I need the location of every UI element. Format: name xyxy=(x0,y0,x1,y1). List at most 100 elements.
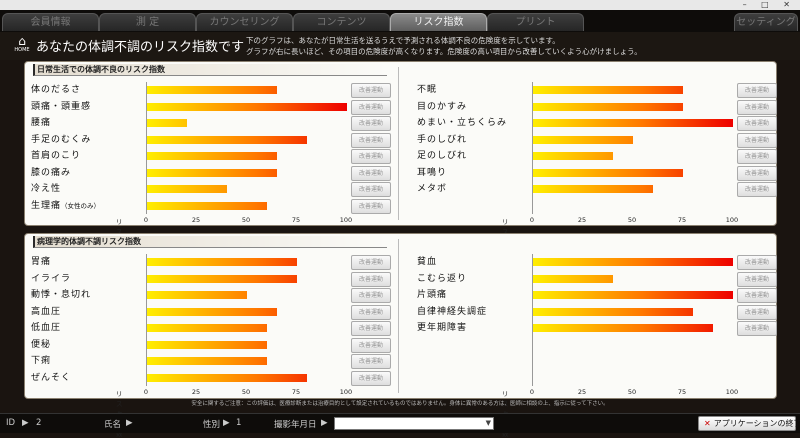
tab-measurement[interactable]: 測 定 xyxy=(99,13,196,31)
axis-tick-label: 25 xyxy=(191,388,201,396)
tab-print[interactable]: プリント xyxy=(487,13,584,31)
axis-tick-label: 100 xyxy=(725,388,739,396)
section-title-daily-risk: 日常生活での体調不良のリスク指数 xyxy=(33,64,387,76)
improve-exercise-button[interactable]: 改善運動 xyxy=(351,165,391,181)
improve-exercise-button[interactable]: 改善運動 xyxy=(737,116,777,131)
risk-bar xyxy=(147,340,267,349)
risk-bar xyxy=(147,152,277,160)
tab-risk-index[interactable]: リスク指数 xyxy=(390,13,487,31)
tab-settings[interactable]: セッティング xyxy=(734,13,798,31)
column-divider xyxy=(398,67,399,220)
risk-bar xyxy=(533,135,633,144)
risk-label: 片頭痛 xyxy=(417,288,527,302)
risk-label: めまい・立ちくらみ xyxy=(417,116,527,130)
risk-label-text: 耳鳴り xyxy=(417,167,448,178)
improve-exercise-button[interactable]: 改善運動 xyxy=(351,271,391,287)
risk-bar xyxy=(533,86,683,94)
risk-label: 手のしびれ xyxy=(417,133,527,147)
risk-label: 耳鳴り xyxy=(417,166,527,180)
risk-bar-track xyxy=(532,287,733,304)
home-button[interactable]: ⌂ HOME xyxy=(14,35,30,55)
risk-label-text: ぜんそく xyxy=(31,372,72,383)
risk-bar xyxy=(147,274,297,283)
safety-footnote: 安全に関するご注意：この評価は、医療診断または治療目的として設定されているもので… xyxy=(191,401,609,407)
risk-bar-track xyxy=(532,353,733,370)
risk-label: 生理痛（女性のみ） xyxy=(31,199,141,213)
axis-tick-label: 50 xyxy=(241,216,251,224)
risk-bar-track xyxy=(532,336,733,353)
risk-label: 下痢 xyxy=(31,354,141,368)
risk-bar xyxy=(147,307,277,316)
improve-exercise-button[interactable]: 改善運動 xyxy=(737,83,777,98)
improve-exercise-button[interactable]: 改善運動 xyxy=(351,198,391,214)
tab-contents[interactable]: コンテンツ xyxy=(293,13,390,31)
window-controls[interactable]: – □ ✕ xyxy=(743,0,796,10)
improve-exercise-button[interactable]: 改善運動 xyxy=(737,149,777,164)
risk-bar xyxy=(147,324,267,332)
risk-bar-track xyxy=(146,320,347,337)
improve-exercise-button[interactable]: 改善運動 xyxy=(737,271,777,287)
risk-label-text: 腰痛 xyxy=(31,118,52,128)
home-icon: ⌂ xyxy=(18,34,26,48)
improve-exercise-button[interactable]: 改善運動 xyxy=(351,354,391,369)
risk-label-text: 首肩のこり xyxy=(31,151,82,161)
improve-exercise-button[interactable]: 改善運動 xyxy=(351,116,391,131)
axis-tick-label: 50 xyxy=(627,216,637,224)
improve-exercise-button[interactable]: 改善運動 xyxy=(351,337,391,353)
improve-exercise-button[interactable]: 改善運動 xyxy=(737,165,777,181)
risk-bar-track xyxy=(532,164,733,181)
axis-tick-label: 75 xyxy=(291,216,301,224)
risk-bar-track xyxy=(532,115,733,132)
exit-app-button[interactable]: ✕ アプリケーションの終了 xyxy=(698,416,800,431)
improve-exercise-button[interactable]: 改善運動 xyxy=(351,149,391,164)
risk-bar-track xyxy=(146,303,347,320)
risk-label: イライラ xyxy=(31,272,141,286)
risk-bar xyxy=(533,152,613,160)
risk-bar-track xyxy=(532,197,733,214)
improve-exercise-button[interactable]: 改善運動 xyxy=(737,99,777,115)
risk-label-text: 冷え性 xyxy=(31,184,62,194)
risk-label-text: 生理痛 xyxy=(31,200,62,211)
risk-label-text: イライラ xyxy=(31,273,72,284)
axis-tick-label: 75 xyxy=(677,388,687,396)
tab-member-info[interactable]: 会員情報 xyxy=(2,13,99,31)
risk-label-text: 高血圧 xyxy=(31,306,62,317)
improve-exercise-button[interactable]: 改善運動 xyxy=(737,255,777,270)
tab-counseling[interactable]: カウンセリング xyxy=(196,13,293,31)
improve-exercise-button[interactable]: 改善運動 xyxy=(351,288,391,303)
improve-exercise-button[interactable]: 改善運動 xyxy=(737,288,777,303)
risk-bar xyxy=(533,258,733,266)
improve-exercise-button[interactable]: 改善運動 xyxy=(737,132,777,148)
risk-bar-track xyxy=(146,131,347,148)
axis-tick-label: 75 xyxy=(677,216,687,224)
risk-label-text: 自律神経失調症 xyxy=(417,306,488,317)
improve-exercise-button[interactable]: 改善運動 xyxy=(351,99,391,115)
risk-bar-track xyxy=(146,336,347,353)
risk-label-text: 手足のむくみ xyxy=(31,134,92,145)
improve-exercise-button[interactable]: 改善運動 xyxy=(737,182,777,197)
improve-exercise-button[interactable]: 改善運動 xyxy=(351,370,391,386)
date-select[interactable]: ▼ xyxy=(334,417,494,430)
id-label: ID xyxy=(6,418,16,428)
improve-exercise-button[interactable]: 改善運動 xyxy=(737,321,777,336)
improve-exercise-button[interactable]: 改善運動 xyxy=(351,83,391,98)
status-bar: ID ▶ 2 氏名 ▶ 性別 ▶ 1 撮影年月日 ▶ ▼ ✕ アプリケーションの終… xyxy=(0,413,800,433)
improve-exercise-button[interactable]: 改善運動 xyxy=(737,304,777,320)
risk-label-text: 体のだるさ xyxy=(31,85,82,95)
risk-label: 足のしびれ xyxy=(417,149,527,163)
risk-bar-track xyxy=(532,148,733,165)
risk-label-note: （女性のみ） xyxy=(61,201,101,210)
improve-exercise-button[interactable]: 改善運動 xyxy=(351,182,391,197)
risk-bar-track xyxy=(532,131,733,148)
risk-bar xyxy=(533,185,653,193)
id-value: 2 xyxy=(36,418,42,428)
risk-label-text: 頭痛・頭重感 xyxy=(31,101,92,112)
axis-tick-label: 100 xyxy=(339,216,353,224)
risk-bar-track xyxy=(532,320,733,337)
axis-tick-label: 75 xyxy=(291,388,301,396)
improve-exercise-button[interactable]: 改善運動 xyxy=(351,255,391,270)
improve-exercise-button[interactable]: 改善運動 xyxy=(351,304,391,320)
improve-exercise-button[interactable]: 改善運動 xyxy=(351,132,391,148)
risk-bar-track xyxy=(146,287,347,304)
improve-exercise-button[interactable]: 改善運動 xyxy=(351,321,391,336)
